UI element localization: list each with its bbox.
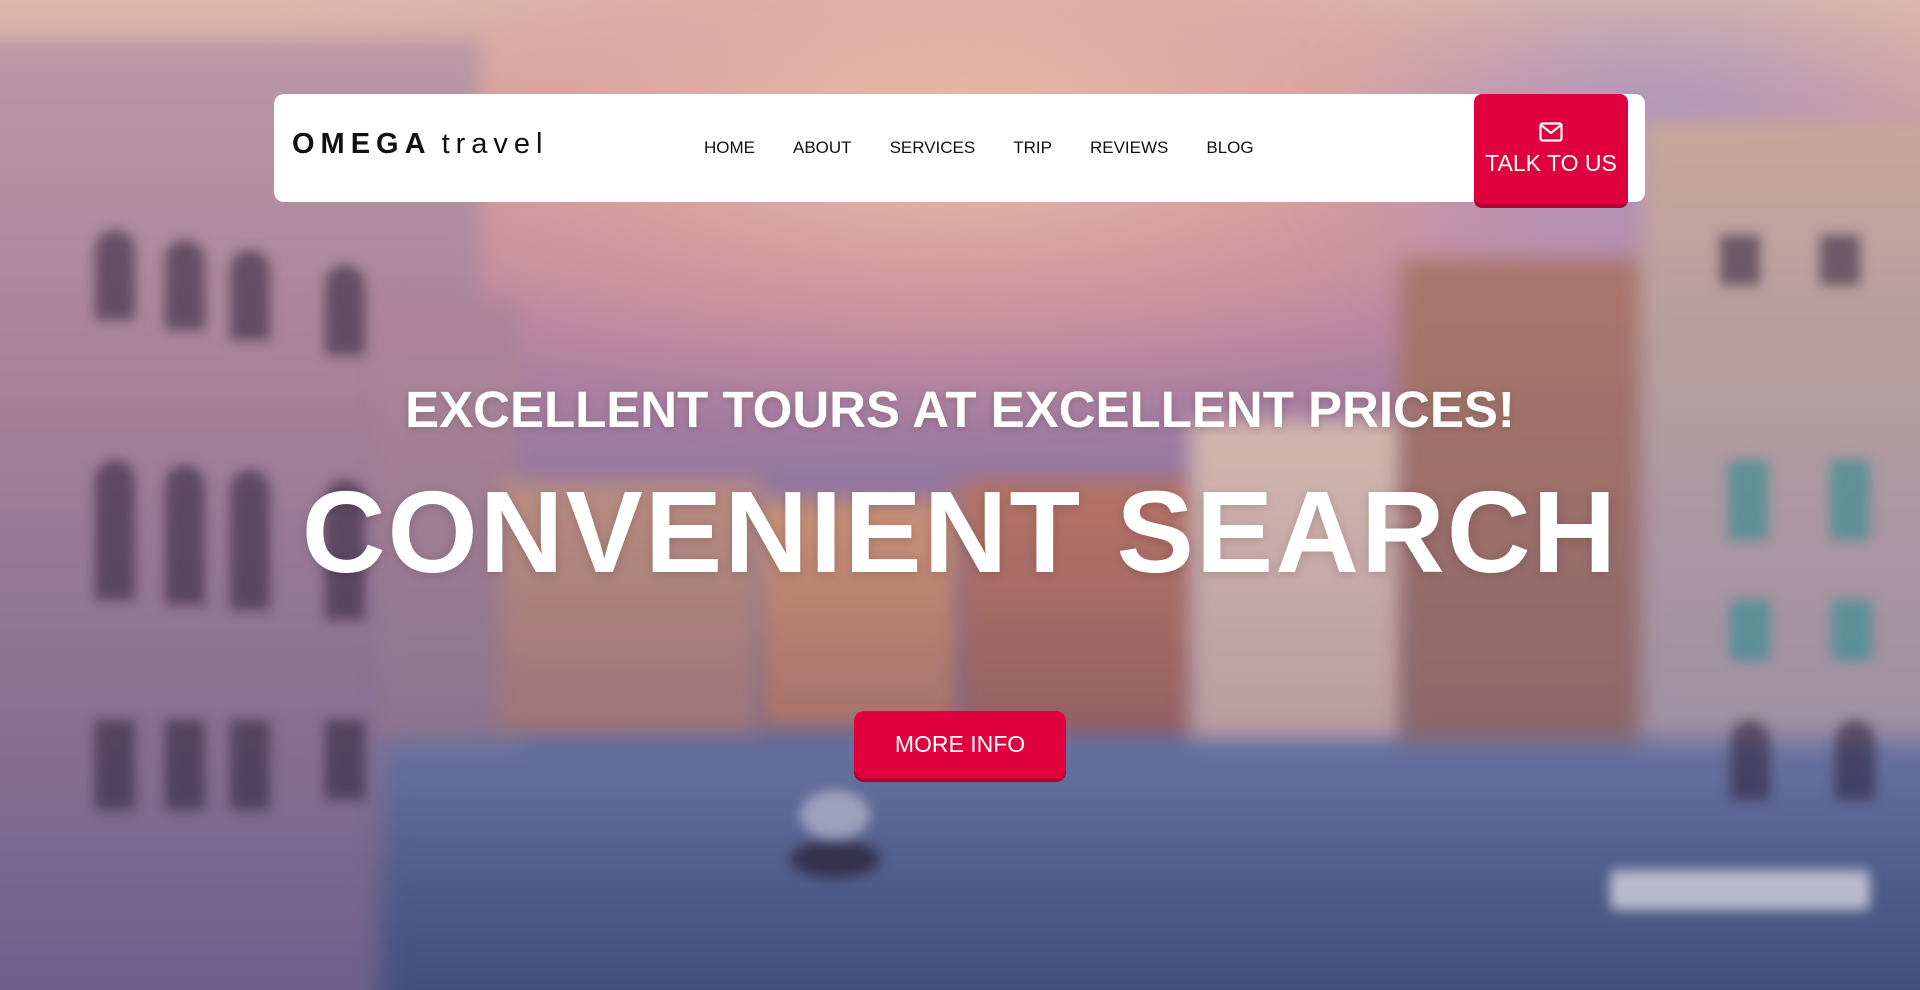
nav-item-services[interactable]: SERVICES — [890, 138, 976, 158]
nav-item-about[interactable]: ABOUT — [793, 138, 852, 158]
nav-item-blog[interactable]: BLOG — [1206, 138, 1253, 158]
brand-name-light: travel — [441, 128, 549, 160]
more-info-button[interactable]: MORE INFO — [854, 711, 1066, 778]
nav-item-home[interactable]: HOME — [704, 138, 755, 158]
brand-name-bold: OMEGA — [292, 128, 432, 160]
talk-to-us-button[interactable]: TALK TO US — [1474, 94, 1628, 204]
hero-title: CONVENIENT SEARCH — [301, 467, 1619, 597]
talk-to-us-label: TALK TO US — [1485, 149, 1617, 176]
main-nav: HOME ABOUT SERVICES TRIP REVIEWS BLOG — [704, 94, 1254, 202]
nav-item-trip[interactable]: TRIP — [1013, 138, 1052, 158]
envelope-icon — [1539, 121, 1563, 142]
nav-item-reviews[interactable]: REVIEWS — [1090, 138, 1168, 158]
hero-subtitle: EXCELLENT TOURS AT EXCELLENT PRICES! — [405, 381, 1515, 438]
site-header: OMEGA travel HOME ABOUT SERVICES TRIP REV… — [274, 94, 1645, 204]
brand-logo[interactable]: OMEGA travel — [292, 128, 548, 161]
